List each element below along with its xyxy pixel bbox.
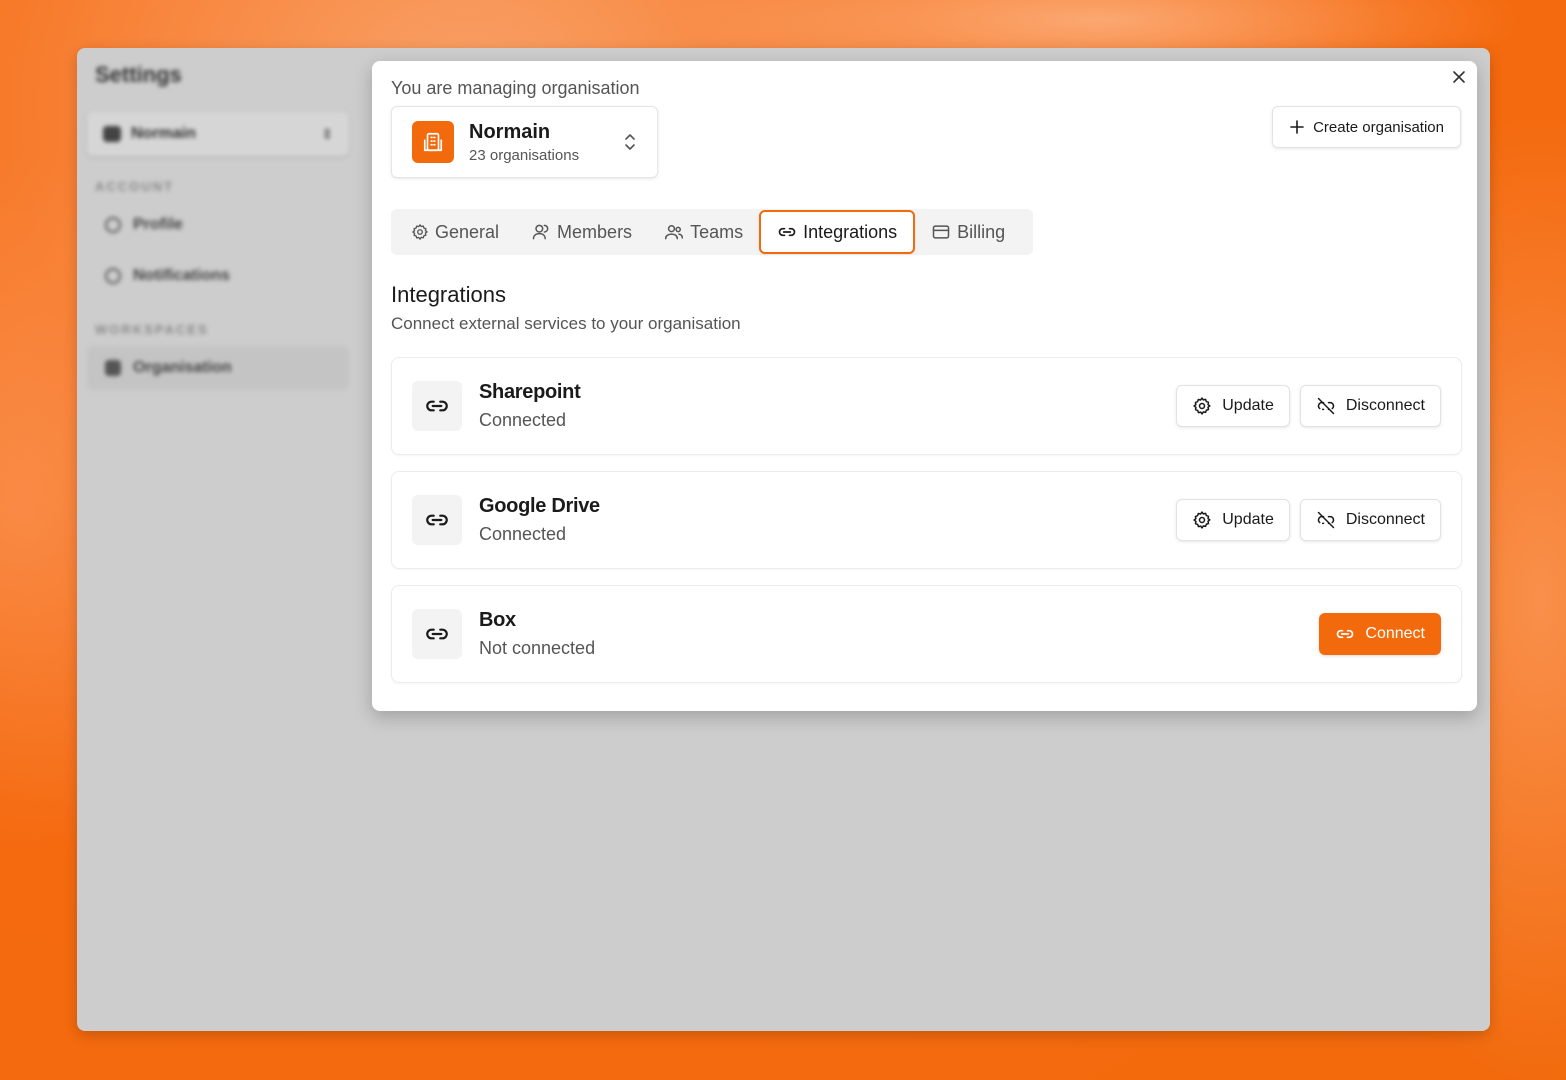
organisation-modal: You are managing organisation Normain 23… bbox=[372, 61, 1477, 711]
update-label: Update bbox=[1222, 511, 1274, 528]
update-label: Update bbox=[1222, 397, 1274, 414]
disconnect-button[interactable]: Disconnect bbox=[1299, 385, 1441, 427]
integration-name: Box bbox=[479, 609, 516, 631]
tab-teams[interactable]: Teams bbox=[648, 210, 759, 254]
integration-icon bbox=[412, 609, 462, 659]
section-title: Integrations bbox=[391, 282, 506, 307]
sidebar-item-label: Profile bbox=[133, 216, 183, 233]
integration-status: Not connected bbox=[479, 638, 596, 658]
sidebar-org-select[interactable]: Normain ⇕ bbox=[87, 112, 349, 156]
integration-card-google-drive: Google Drive Connected Update Disconnect bbox=[391, 471, 1462, 569]
sidebar-org-name: Normain bbox=[131, 125, 196, 142]
workspaces-section-label: WORKSPACES bbox=[95, 322, 209, 337]
org-switcher[interactable]: Normain 23 organisations bbox=[391, 106, 658, 178]
integration-card-box: Box Not connected Connect bbox=[391, 585, 1462, 683]
create-organisation-button[interactable]: Create organisation bbox=[1272, 106, 1461, 148]
tab-label: General bbox=[435, 221, 500, 242]
settings-title: Settings bbox=[95, 62, 182, 87]
unlink-icon bbox=[1317, 397, 1335, 415]
chevron-updown-icon bbox=[623, 132, 637, 152]
tab-label: Billing bbox=[957, 221, 1006, 242]
building-icon bbox=[103, 126, 121, 142]
integration-status: Connected bbox=[479, 524, 567, 544]
integration-card-sharepoint: Sharepoint Connected Update Disconnect bbox=[391, 357, 1462, 455]
tab-label: Teams bbox=[690, 221, 744, 242]
integration-icon bbox=[412, 495, 462, 545]
link-icon bbox=[1337, 629, 1354, 639]
tab-general[interactable]: General bbox=[395, 210, 515, 254]
sidebar-item-label: Organisation bbox=[133, 359, 232, 376]
disconnect-label: Disconnect bbox=[1345, 397, 1425, 414]
org-logo bbox=[412, 121, 454, 163]
users-icon bbox=[664, 225, 684, 240]
user-icon bbox=[105, 217, 121, 233]
sidebar-item-label: Notifications bbox=[133, 267, 230, 284]
tab-label: Members bbox=[557, 221, 633, 242]
sidebar-item-profile[interactable]: Profile bbox=[87, 203, 349, 247]
connect-label: Connect bbox=[1365, 625, 1425, 642]
tab-integrations[interactable]: Integrations bbox=[759, 210, 916, 254]
gear-icon bbox=[412, 224, 428, 240]
update-button[interactable]: Update bbox=[1176, 385, 1290, 427]
sidebar-item-organisation[interactable]: Organisation bbox=[87, 346, 349, 390]
connect-button[interactable]: Connect bbox=[1319, 613, 1441, 655]
update-button[interactable]: Update bbox=[1176, 499, 1290, 541]
integration-name: Sharepoint bbox=[479, 381, 581, 403]
gear-icon bbox=[1193, 397, 1211, 415]
building-icon bbox=[105, 360, 121, 376]
tab-billing[interactable]: Billing bbox=[915, 210, 1021, 254]
link-icon bbox=[426, 400, 448, 412]
settings-tabs: General Members Teams Integrations Billi… bbox=[391, 209, 1033, 255]
integration-status: Connected bbox=[479, 410, 567, 430]
close-button[interactable] bbox=[1449, 67, 1469, 87]
gear-icon bbox=[1193, 511, 1211, 529]
account-section-label: ACCOUNT bbox=[95, 179, 174, 194]
user-icon bbox=[532, 224, 549, 240]
sidebar-item-notifications[interactable]: Notifications bbox=[87, 254, 349, 298]
tab-label: Integrations bbox=[803, 221, 898, 242]
org-name: Normain bbox=[469, 121, 551, 143]
tab-members[interactable]: Members bbox=[515, 210, 648, 254]
disconnect-button[interactable]: Disconnect bbox=[1299, 499, 1441, 541]
integration-icon bbox=[412, 381, 462, 431]
chevron-updown-icon: ⇕ bbox=[321, 125, 333, 142]
unlink-icon bbox=[1317, 511, 1335, 529]
link-icon bbox=[778, 227, 796, 237]
integration-name: Google Drive bbox=[479, 495, 600, 517]
building-icon bbox=[423, 132, 443, 152]
section-subtitle: Connect external services to your organi… bbox=[391, 314, 741, 333]
org-count: 23 organisations bbox=[469, 147, 580, 164]
disconnect-label: Disconnect bbox=[1345, 511, 1425, 528]
link-icon bbox=[426, 514, 448, 526]
link-icon bbox=[426, 628, 448, 640]
managing-label: You are managing organisation bbox=[391, 78, 640, 98]
plus-icon bbox=[1290, 120, 1304, 134]
card-icon bbox=[932, 225, 950, 239]
create-organisation-label: Create organisation bbox=[1313, 118, 1444, 136]
close-icon bbox=[1453, 71, 1465, 83]
bell-icon bbox=[105, 268, 121, 284]
